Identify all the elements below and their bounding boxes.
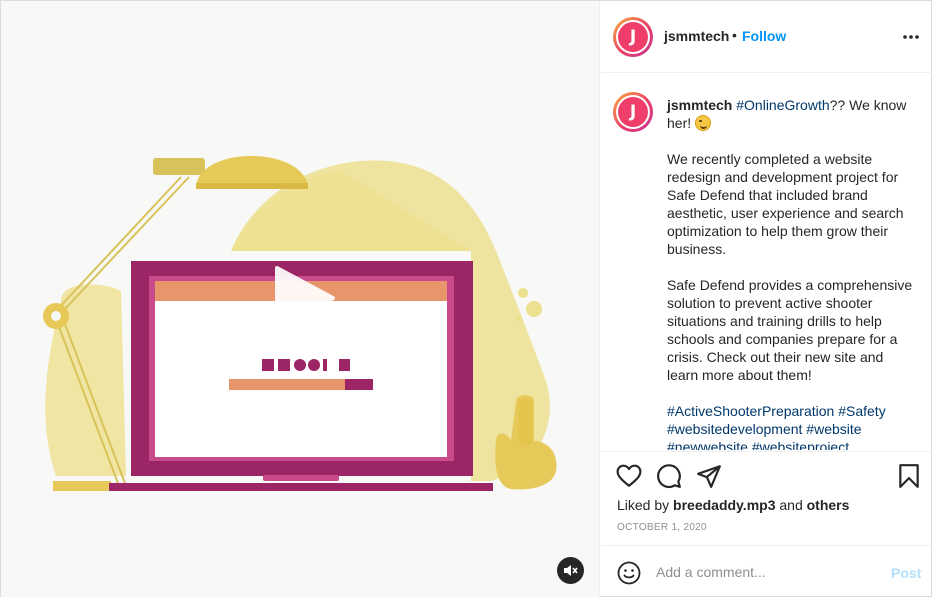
post-header: J jsmmtech • Follow <box>601 1 932 73</box>
hashtag-line-3[interactable]: #newwebsite #websiteproject <box>667 438 913 450</box>
hashtag-line-2[interactable]: #websitedevelopment #website <box>667 420 913 438</box>
comment-input[interactable] <box>656 561 876 583</box>
emoji-button[interactable] <box>617 561 641 585</box>
avatar-ring: J <box>616 20 650 54</box>
bookmark-icon <box>899 464 919 488</box>
instagram-post: J jsmmtech • Follow J jsmmtech #OnlineGr… <box>0 0 932 597</box>
caption-text: jsmmtech #OnlineGrowth?? We know her! We… <box>667 96 913 450</box>
mute-button[interactable] <box>557 557 584 584</box>
header-username[interactable]: jsmmtech <box>664 28 729 44</box>
smiley-icon <box>617 561 641 585</box>
separator-dot: • <box>732 27 737 43</box>
liked-by-user[interactable]: breedaddy.mp3 <box>673 497 775 513</box>
post-date[interactable]: OCTOBER 1, 2020 <box>617 522 707 533</box>
comment-icon <box>657 464 681 489</box>
avatar-ring: J <box>616 95 650 129</box>
caption-avatar[interactable]: J <box>613 92 653 132</box>
caption-username[interactable]: jsmmtech <box>667 97 732 113</box>
share-button[interactable] <box>696 463 722 489</box>
post-comment-button[interactable]: Post <box>891 565 921 581</box>
play-icon <box>275 266 335 330</box>
caption-area: J jsmmtech #OnlineGrowth?? We know her! … <box>601 74 932 450</box>
likes-summary: Liked by breedaddy.mp3 and others <box>617 497 849 513</box>
heart-icon <box>616 464 642 487</box>
more-options-button[interactable] <box>901 28 921 46</box>
caption-paragraph-1: We recently completed a website redesign… <box>667 151 904 257</box>
save-button[interactable] <box>896 463 922 489</box>
caption-paragraph-2: Safe Defend provides a comprehensive sol… <box>667 277 913 383</box>
avatar[interactable]: J <box>613 17 653 57</box>
comment-button[interactable] <box>656 463 682 489</box>
play-button[interactable] <box>271 265 337 331</box>
paper-plane-icon <box>697 465 721 488</box>
avatar-letter: J <box>618 22 648 52</box>
add-comment-bar: Post <box>601 545 932 597</box>
post-sidebar: J jsmmtech • Follow J jsmmtech #OnlineGr… <box>601 1 932 597</box>
liked-by-prefix: Liked by <box>617 497 670 513</box>
hashtag-link[interactable]: #OnlineGrowth <box>736 97 829 113</box>
liked-by-and: and <box>779 497 803 513</box>
post-video[interactable] <box>1 1 600 597</box>
like-button[interactable] <box>616 463 642 489</box>
wink-emoji-icon <box>695 115 712 131</box>
follow-button[interactable]: Follow <box>742 28 786 44</box>
more-options-icon <box>903 35 919 39</box>
liked-by-others[interactable]: others <box>807 497 850 513</box>
speaker-muted-icon <box>564 565 578 576</box>
hashtag-line-1[interactable]: #ActiveShooterPreparation #Safety <box>667 402 913 420</box>
avatar-letter: J <box>618 97 648 127</box>
post-actions: Liked by breedaddy.mp3 and others OCTOBE… <box>601 451 932 545</box>
